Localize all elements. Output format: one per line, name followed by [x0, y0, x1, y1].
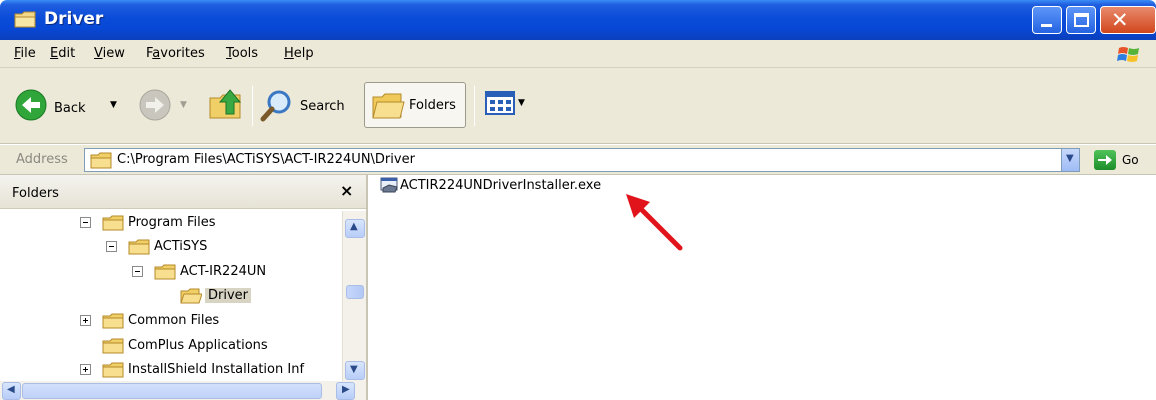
folders-button[interactable]: Folders: [364, 82, 466, 128]
tree-item-label: ACT-IR224UN: [180, 264, 267, 279]
tree-item-label: Program Files: [128, 215, 216, 230]
folders-pane: Folders × Program Files ACTiSYS ACT-IR22…: [0, 175, 368, 400]
tree-item-label: InstallShield Installation Inf: [128, 362, 305, 377]
forward-arrow-icon: [139, 89, 171, 121]
folders-label: Folders: [409, 98, 456, 113]
folders-pane-title: Folders: [12, 186, 59, 201]
chevron-down-icon: ▼: [1066, 153, 1074, 164]
maximize-button[interactable]: [1066, 6, 1096, 34]
folder-icon: [14, 11, 36, 28]
scroll-thumb[interactable]: [346, 285, 364, 299]
forward-dropdown-icon: ▼: [180, 100, 187, 110]
menu-view[interactable]: View: [94, 46, 125, 61]
annotation-arrow-icon: [626, 194, 683, 251]
expand-icon[interactable]: [80, 364, 91, 375]
scroll-down-button[interactable]: ▼: [345, 361, 365, 380]
menu-tools[interactable]: Tools: [226, 46, 258, 61]
search-button[interactable]: Search: [260, 86, 354, 124]
menu-label: iew: [102, 46, 125, 61]
menu-file[interactable]: File: [14, 46, 36, 61]
menu-help[interactable]: Help: [284, 46, 314, 61]
folder-icon: [102, 215, 124, 231]
window-title: Driver: [44, 9, 104, 29]
search-icon: [260, 90, 291, 122]
tree-item-installshield[interactable]: InstallShield Installation Inf: [80, 360, 342, 380]
menu-mnemonic: E: [50, 46, 59, 61]
up-folder-button[interactable]: [206, 84, 246, 124]
folder-icon: [102, 338, 124, 354]
menu-label: ile: [20, 46, 36, 61]
close-pane-icon[interactable]: ×: [340, 181, 353, 200]
chevron-up-icon: ▲: [350, 221, 358, 232]
file-name: ACTIR224UNDriverInstaller.exe: [400, 178, 602, 193]
tree-item-label: Common Files: [128, 313, 220, 328]
collapse-icon[interactable]: [132, 266, 143, 277]
go-label[interactable]: Go: [1122, 153, 1139, 167]
go-button[interactable]: [1094, 150, 1116, 170]
minimize-icon: [1041, 24, 1052, 27]
views-button[interactable]: ▼: [484, 88, 528, 122]
expand-icon[interactable]: [80, 315, 91, 326]
address-input[interactable]: C:\Program Files\ACTiSYS\ACT-IR224UN\Dri…: [84, 148, 1080, 172]
folders-pane-header: Folders ×: [0, 175, 366, 209]
up-folder-icon: [209, 89, 242, 119]
collapse-icon[interactable]: [106, 241, 117, 252]
back-arrow-icon: [15, 89, 47, 121]
maximize-icon: [1074, 13, 1089, 27]
menu-label: ools: [231, 46, 259, 61]
menu-mnemonic: H: [284, 46, 294, 61]
tree-item-label: ACTiSYS: [154, 239, 208, 254]
folder-icon: [90, 152, 112, 169]
address-value: C:\Program Files\ACTiSYS\ACT-IR224UN\Dri…: [117, 152, 415, 167]
folder-icon: [102, 313, 124, 329]
menu-label: vorites: [160, 46, 205, 61]
toolbar-separator: [252, 86, 253, 126]
forward-button[interactable]: ▼: [138, 88, 194, 124]
address-label: Address: [16, 152, 68, 167]
menu-mnemonic: V: [94, 46, 103, 61]
address-bar: Address C:\Program Files\ACTiSYS\ACT-IR2…: [0, 145, 1156, 175]
chevron-down-icon: ▼: [350, 364, 358, 375]
menu-edit[interactable]: Edit: [50, 46, 75, 61]
views-dropdown-icon: ▼: [518, 98, 525, 108]
chevron-left-icon: ◀: [7, 384, 15, 395]
folder-icon: [102, 362, 124, 378]
standard-toolbar: Back ▼ ▼ Search Folders ▼: [0, 68, 1156, 144]
views-icon: [485, 91, 515, 115]
folder-icon: [154, 264, 176, 280]
back-dropdown-icon: ▼: [110, 100, 117, 110]
folder-icon: [128, 239, 150, 255]
back-label: Back: [54, 101, 86, 116]
scroll-right-button[interactable]: ▶: [336, 382, 355, 400]
title-bar[interactable]: Driver ✕: [0, 0, 1156, 40]
tree-item-label: ComPlus Applications: [128, 338, 268, 353]
horizontal-scroll-thumb[interactable]: [22, 383, 322, 399]
horizontal-scrollbar[interactable]: ◀ ▶: [0, 381, 366, 400]
search-label: Search: [300, 99, 345, 114]
collapse-icon[interactable]: [80, 217, 91, 228]
vertical-scrollbar[interactable]: ▲ ▼: [342, 211, 366, 381]
minimize-button[interactable]: [1032, 6, 1062, 34]
scroll-up-button[interactable]: ▲: [345, 219, 365, 238]
menu-bar: File Edit View Favorites Tools Help: [0, 40, 1156, 68]
go-arrow-icon: [1098, 155, 1112, 165]
installer-exe-icon: [380, 177, 398, 193]
address-dropdown-button[interactable]: ▼: [1061, 149, 1079, 171]
menu-favorites[interactable]: Favorites: [146, 46, 205, 61]
scroll-left-button[interactable]: ◀: [2, 382, 21, 400]
folders-icon: [372, 93, 405, 119]
menu-label: dit: [58, 46, 76, 61]
close-icon: ✕: [1111, 8, 1129, 32]
menu-label: elp: [293, 46, 314, 61]
close-button[interactable]: ✕: [1100, 6, 1156, 34]
windows-logo-icon: [1117, 47, 1139, 62]
tree-item-label: Driver: [205, 288, 252, 303]
back-button[interactable]: Back ▼: [14, 88, 128, 124]
open-folder-icon: [180, 288, 202, 304]
chevron-right-icon: ▶: [342, 384, 350, 395]
toolbar-separator: [474, 86, 475, 126]
